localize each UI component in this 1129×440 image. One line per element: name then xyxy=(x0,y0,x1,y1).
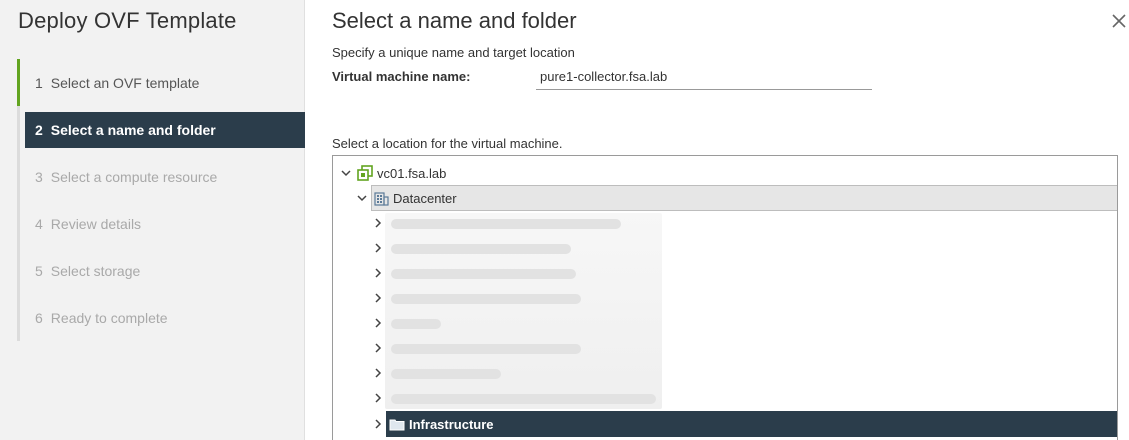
chevron-right-icon[interactable] xyxy=(371,316,385,330)
page-title: Select a name and folder xyxy=(332,8,577,33)
chevron-right-icon[interactable] xyxy=(371,366,385,380)
step-select-ovf-template[interactable]: 1 Select an OVF template xyxy=(17,59,305,106)
datacenter-icon xyxy=(373,190,389,206)
chevron-right-icon[interactable] xyxy=(371,266,385,280)
folder-icon xyxy=(389,416,405,432)
chevron-right-icon[interactable] xyxy=(371,417,385,431)
tree-node-folder[interactable] xyxy=(371,261,385,285)
redacted-line xyxy=(391,294,581,304)
datacenter-row-highlight xyxy=(371,185,1117,211)
step-number: 5 xyxy=(35,262,43,279)
step-number: 6 xyxy=(35,309,43,326)
redacted-line xyxy=(391,219,621,229)
close-icon[interactable] xyxy=(1110,12,1128,30)
step-number: 4 xyxy=(35,215,43,232)
chevron-right-icon[interactable] xyxy=(371,216,385,230)
tree-node-vcenter[interactable]: vc01.fsa.lab xyxy=(339,161,446,185)
redacted-line xyxy=(391,394,656,404)
step-number: 2 xyxy=(35,122,43,138)
chevron-right-icon[interactable] xyxy=(371,241,385,255)
chevron-right-icon[interactable] xyxy=(371,341,385,355)
wizard-title: Deploy OVF Template xyxy=(18,8,237,33)
wizard-sidebar: Deploy OVF Template 1 Select an OVF temp… xyxy=(0,0,305,440)
wizard-steps: 1 Select an OVF template 2 Select a name… xyxy=(17,59,305,341)
step-select-storage: 5 Select storage xyxy=(17,247,305,294)
wizard-content: Select a name and folder Specify a uniqu… xyxy=(332,0,1129,440)
tree-node-label: Datacenter xyxy=(393,190,457,206)
tree-node-folder[interactable] xyxy=(371,236,385,260)
tree-node-folder[interactable] xyxy=(371,211,385,235)
page-subtitle: Specify a unique name and target locatio… xyxy=(332,45,575,60)
step-select-compute-resource: 3 Select a compute resource xyxy=(17,153,305,200)
step-label: Select a name and folder xyxy=(50,122,216,138)
redacted-line xyxy=(391,269,576,279)
chevron-right-icon[interactable] xyxy=(371,391,385,405)
tree-node-folder[interactable] xyxy=(371,336,385,360)
chevron-down-icon[interactable] xyxy=(339,166,353,180)
vm-name-input[interactable] xyxy=(536,64,872,90)
tree-node-datacenter[interactable]: Datacenter xyxy=(355,186,457,210)
step-label: Select a compute resource xyxy=(50,168,218,185)
vm-name-label: Virtual machine name: xyxy=(332,69,471,84)
step-number: 1 xyxy=(35,74,43,91)
step-select-name-and-folder[interactable]: 2 Select a name and folder xyxy=(25,112,305,148)
tree-node-label: vc01.fsa.lab xyxy=(377,165,447,181)
redacted-line xyxy=(391,369,501,379)
tree-node-infrastructure[interactable]: Infrastructure xyxy=(371,412,494,436)
step-label: Review details xyxy=(50,215,142,232)
vcenter-icon xyxy=(357,165,373,181)
step-review-details: 4 Review details xyxy=(17,200,305,247)
redacted-line xyxy=(391,244,571,254)
step-label: Select storage xyxy=(50,262,141,279)
step-number: 3 xyxy=(35,168,43,185)
step-ready-to-complete: 6 Ready to complete xyxy=(17,294,305,341)
tree-node-label: Infrastructure xyxy=(409,416,494,432)
tree-node-folder[interactable] xyxy=(371,311,385,335)
redacted-region xyxy=(385,213,662,409)
step-label: Ready to complete xyxy=(50,309,168,326)
redacted-line xyxy=(391,344,581,354)
step-label: Select an OVF template xyxy=(50,74,200,91)
tree-node-folder[interactable] xyxy=(371,386,385,410)
chevron-down-icon[interactable] xyxy=(355,191,369,205)
chevron-right-icon[interactable] xyxy=(371,291,385,305)
redacted-line xyxy=(391,319,441,329)
location-label: Select a location for the virtual machin… xyxy=(332,136,563,151)
location-tree[interactable]: vc01.fsa.lab Datacenter Infrastructure xyxy=(332,155,1118,440)
tree-node-folder[interactable] xyxy=(371,286,385,310)
selected-row-highlight xyxy=(386,411,1117,437)
tree-node-folder[interactable] xyxy=(371,361,385,385)
